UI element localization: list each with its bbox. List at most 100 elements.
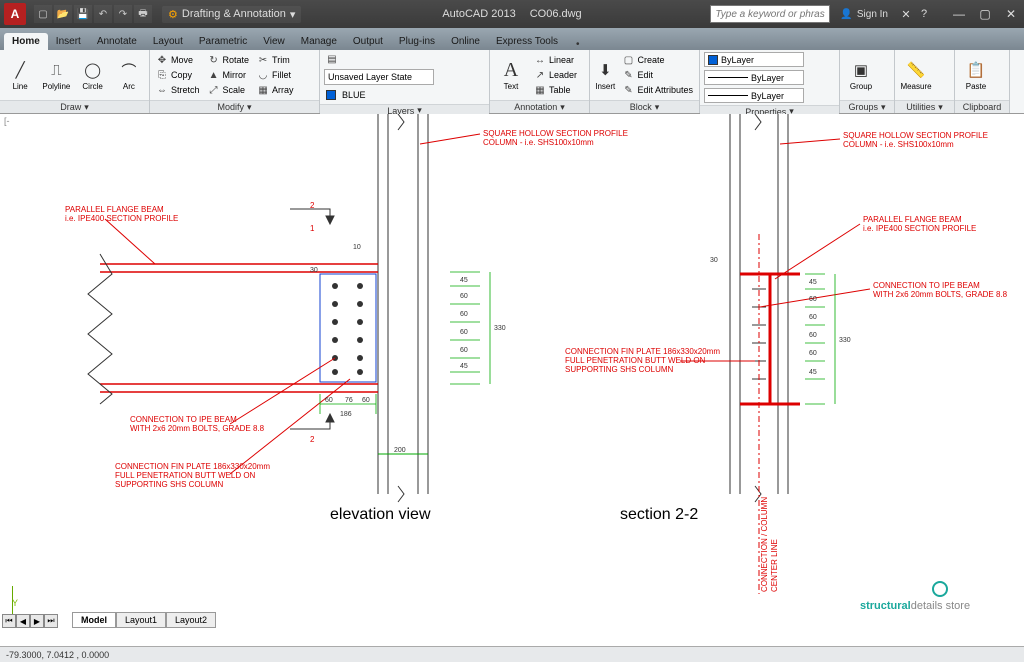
tab-annotate[interactable]: Annotate — [89, 33, 145, 50]
scroll-first[interactable]: ⏮ — [2, 614, 16, 628]
layer-props-button[interactable]: ▤ — [324, 52, 434, 66]
scroll-last[interactable]: ⏭ — [44, 614, 58, 628]
svg-text:45: 45 — [460, 363, 468, 370]
insert-button[interactable]: ⬇Insert — [594, 52, 616, 98]
layer-current[interactable]: BLUE — [324, 88, 434, 102]
panel-annotation: AText ↔Linear ↗Leader ▦Table Annotation … — [490, 50, 590, 113]
layer-state-input[interactable] — [324, 69, 434, 85]
signin-label: Sign In — [857, 9, 888, 20]
panel-draw-label[interactable]: Draw ▾ — [0, 100, 149, 113]
move-button[interactable]: ✥Move — [154, 53, 202, 67]
copy-button[interactable]: ⎘Copy — [154, 68, 202, 82]
ribbon: ╱Line ⎍Polyline ◯Circle ⌒Arc Draw ▾ ✥Mov… — [0, 50, 1024, 114]
layout-scroll: ⏮ ◀ ▶ ⏭ — [2, 614, 58, 628]
measure-button[interactable]: 📏Measure — [899, 52, 933, 98]
polyline-button[interactable]: ⎍Polyline — [40, 52, 72, 98]
tab-output[interactable]: Output — [345, 33, 391, 50]
panel-annotation-label[interactable]: Annotation ▾ — [490, 100, 589, 113]
mirror-button[interactable]: ▲Mirror — [206, 68, 252, 82]
fillet-button[interactable]: ◡Fillet — [255, 68, 296, 82]
linear-dim-button[interactable]: ↔Linear — [532, 53, 579, 67]
quick-access-toolbar: ▢ 📂 💾 ↶ ↷ 🖶 — [34, 5, 152, 23]
block-edit[interactable]: ✎Edit — [620, 68, 695, 82]
tab-layout[interactable]: Layout — [145, 33, 191, 50]
qat-undo[interactable]: ↶ — [94, 5, 112, 23]
group-button[interactable]: ▣Group — [844, 52, 878, 98]
qat-plot[interactable]: 🖶 — [134, 5, 152, 23]
linetype-bylayer[interactable]: ByLayer — [704, 88, 804, 103]
tab-insert[interactable]: Insert — [48, 33, 89, 50]
svg-text:60: 60 — [809, 332, 817, 339]
panel-utilities-label[interactable]: Utilities ▾ — [895, 100, 954, 113]
tab-parametric[interactable]: Parametric — [191, 33, 255, 50]
arc-button[interactable]: ⌒Arc — [113, 52, 145, 98]
rotate-button[interactable]: ↻Rotate — [206, 53, 252, 67]
tab-view[interactable]: View — [255, 33, 293, 50]
exchange-icon[interactable]: ✕ — [898, 8, 914, 21]
block-create[interactable]: ▢Create — [620, 53, 695, 67]
table-button[interactable]: ▦Table — [532, 83, 579, 97]
app-name: AutoCAD 2013 — [442, 8, 515, 20]
text-button[interactable]: AText — [494, 52, 528, 98]
minimize-button[interactable]: — — [946, 4, 972, 24]
workspace-switcher[interactable]: ⚙ Drafting & Annotation ▾ — [162, 6, 301, 23]
color-bylayer[interactable]: ByLayer — [704, 52, 804, 67]
close-button[interactable]: ✕ — [998, 4, 1024, 24]
tab-model[interactable]: Model — [72, 612, 116, 628]
panel-properties: ByLayer ByLayer ByLayer Properties ▾ — [700, 50, 840, 113]
svg-text:60: 60 — [460, 329, 468, 336]
svg-text:i.e. IPE400 SECTION PROFILE: i.e. IPE400 SECTION PROFILE — [863, 224, 976, 233]
stretch-button[interactable]: ⇔Stretch — [154, 83, 202, 97]
svg-text:330: 330 — [494, 325, 506, 332]
leader-button[interactable]: ↗Leader — [532, 68, 579, 82]
svg-text:SQUARE HOLLOW SECTION PROFILE: SQUARE HOLLOW SECTION PROFILE — [483, 129, 628, 138]
panel-draw: ╱Line ⎍Polyline ◯Circle ⌒Arc Draw ▾ — [0, 50, 150, 113]
workspace-label: Drafting & Annotation — [182, 8, 286, 20]
svg-text:200: 200 — [394, 447, 406, 454]
line-button[interactable]: ╱Line — [4, 52, 36, 98]
qat-save[interactable]: 💾 — [74, 5, 92, 23]
panel-block-label[interactable]: Block ▾ — [590, 100, 699, 113]
tab-layout2[interactable]: Layout2 — [166, 612, 216, 628]
help-icon[interactable]: ? — [916, 8, 932, 21]
tab-home[interactable]: Home — [4, 33, 48, 50]
svg-text:CONNECTION FIN PLATE 186x330x2: CONNECTION FIN PLATE 186x330x20mm — [115, 462, 270, 471]
title-bar: A ▢ 📂 💾 ↶ ↷ 🖶 ⚙ Drafting & Annotation ▾ … — [0, 0, 1024, 28]
scroll-prev[interactable]: ◀ — [16, 614, 30, 628]
svg-text:60: 60 — [460, 293, 468, 300]
panel-groups: ▣Group Groups ▾ — [840, 50, 895, 113]
svg-text:CONNECTION TO IPE BEAM: CONNECTION TO IPE BEAM — [130, 415, 237, 424]
search-input[interactable] — [710, 5, 830, 23]
trim-button[interactable]: ✂Trim — [255, 53, 296, 67]
qat-new[interactable]: ▢ — [34, 5, 52, 23]
panel-groups-label[interactable]: Groups ▾ — [840, 100, 894, 113]
tab-manage[interactable]: Manage — [293, 33, 345, 50]
circle-button[interactable]: ◯Circle — [77, 52, 109, 98]
user-icon: 👤 — [840, 9, 852, 20]
array-button[interactable]: ▦Array — [255, 83, 296, 97]
signin[interactable]: 👤 Sign In — [840, 9, 888, 20]
svg-text:186: 186 — [340, 411, 352, 418]
svg-text:2: 2 — [310, 435, 315, 444]
tab-online[interactable]: Online — [443, 33, 488, 50]
tab-overflow[interactable]: • — [576, 39, 580, 50]
block-attr[interactable]: ✎Edit Attributes — [620, 83, 695, 97]
svg-text:CENTER LINE: CENTER LINE — [770, 539, 779, 592]
lineweight-bylayer[interactable]: ByLayer — [704, 70, 804, 85]
scroll-next[interactable]: ▶ — [30, 614, 44, 628]
maximize-button[interactable]: ▢ — [972, 4, 998, 24]
qat-open[interactable]: 📂 — [54, 5, 72, 23]
tab-expresstools[interactable]: Express Tools — [488, 33, 566, 50]
panel-modify-label[interactable]: Modify ▾ — [150, 100, 319, 113]
ribbon-tabs: Home Insert Annotate Layout Parametric V… — [0, 28, 1024, 50]
help-search[interactable] — [710, 5, 830, 23]
qat-redo[interactable]: ↷ — [114, 5, 132, 23]
layout-tabs: Model Layout1 Layout2 — [72, 612, 216, 628]
tab-layout1[interactable]: Layout1 — [116, 612, 166, 628]
drawing-area[interactable]: [- SQUARE HOLLOW SECTION PROFILE COLUMN … — [0, 114, 1024, 632]
svg-text:60: 60 — [362, 397, 370, 404]
paste-button[interactable]: 📋Paste — [959, 52, 993, 98]
tab-plugins[interactable]: Plug-ins — [391, 33, 443, 50]
scale-button[interactable]: ⤢Scale — [206, 83, 252, 97]
app-logo[interactable]: A — [4, 3, 26, 25]
